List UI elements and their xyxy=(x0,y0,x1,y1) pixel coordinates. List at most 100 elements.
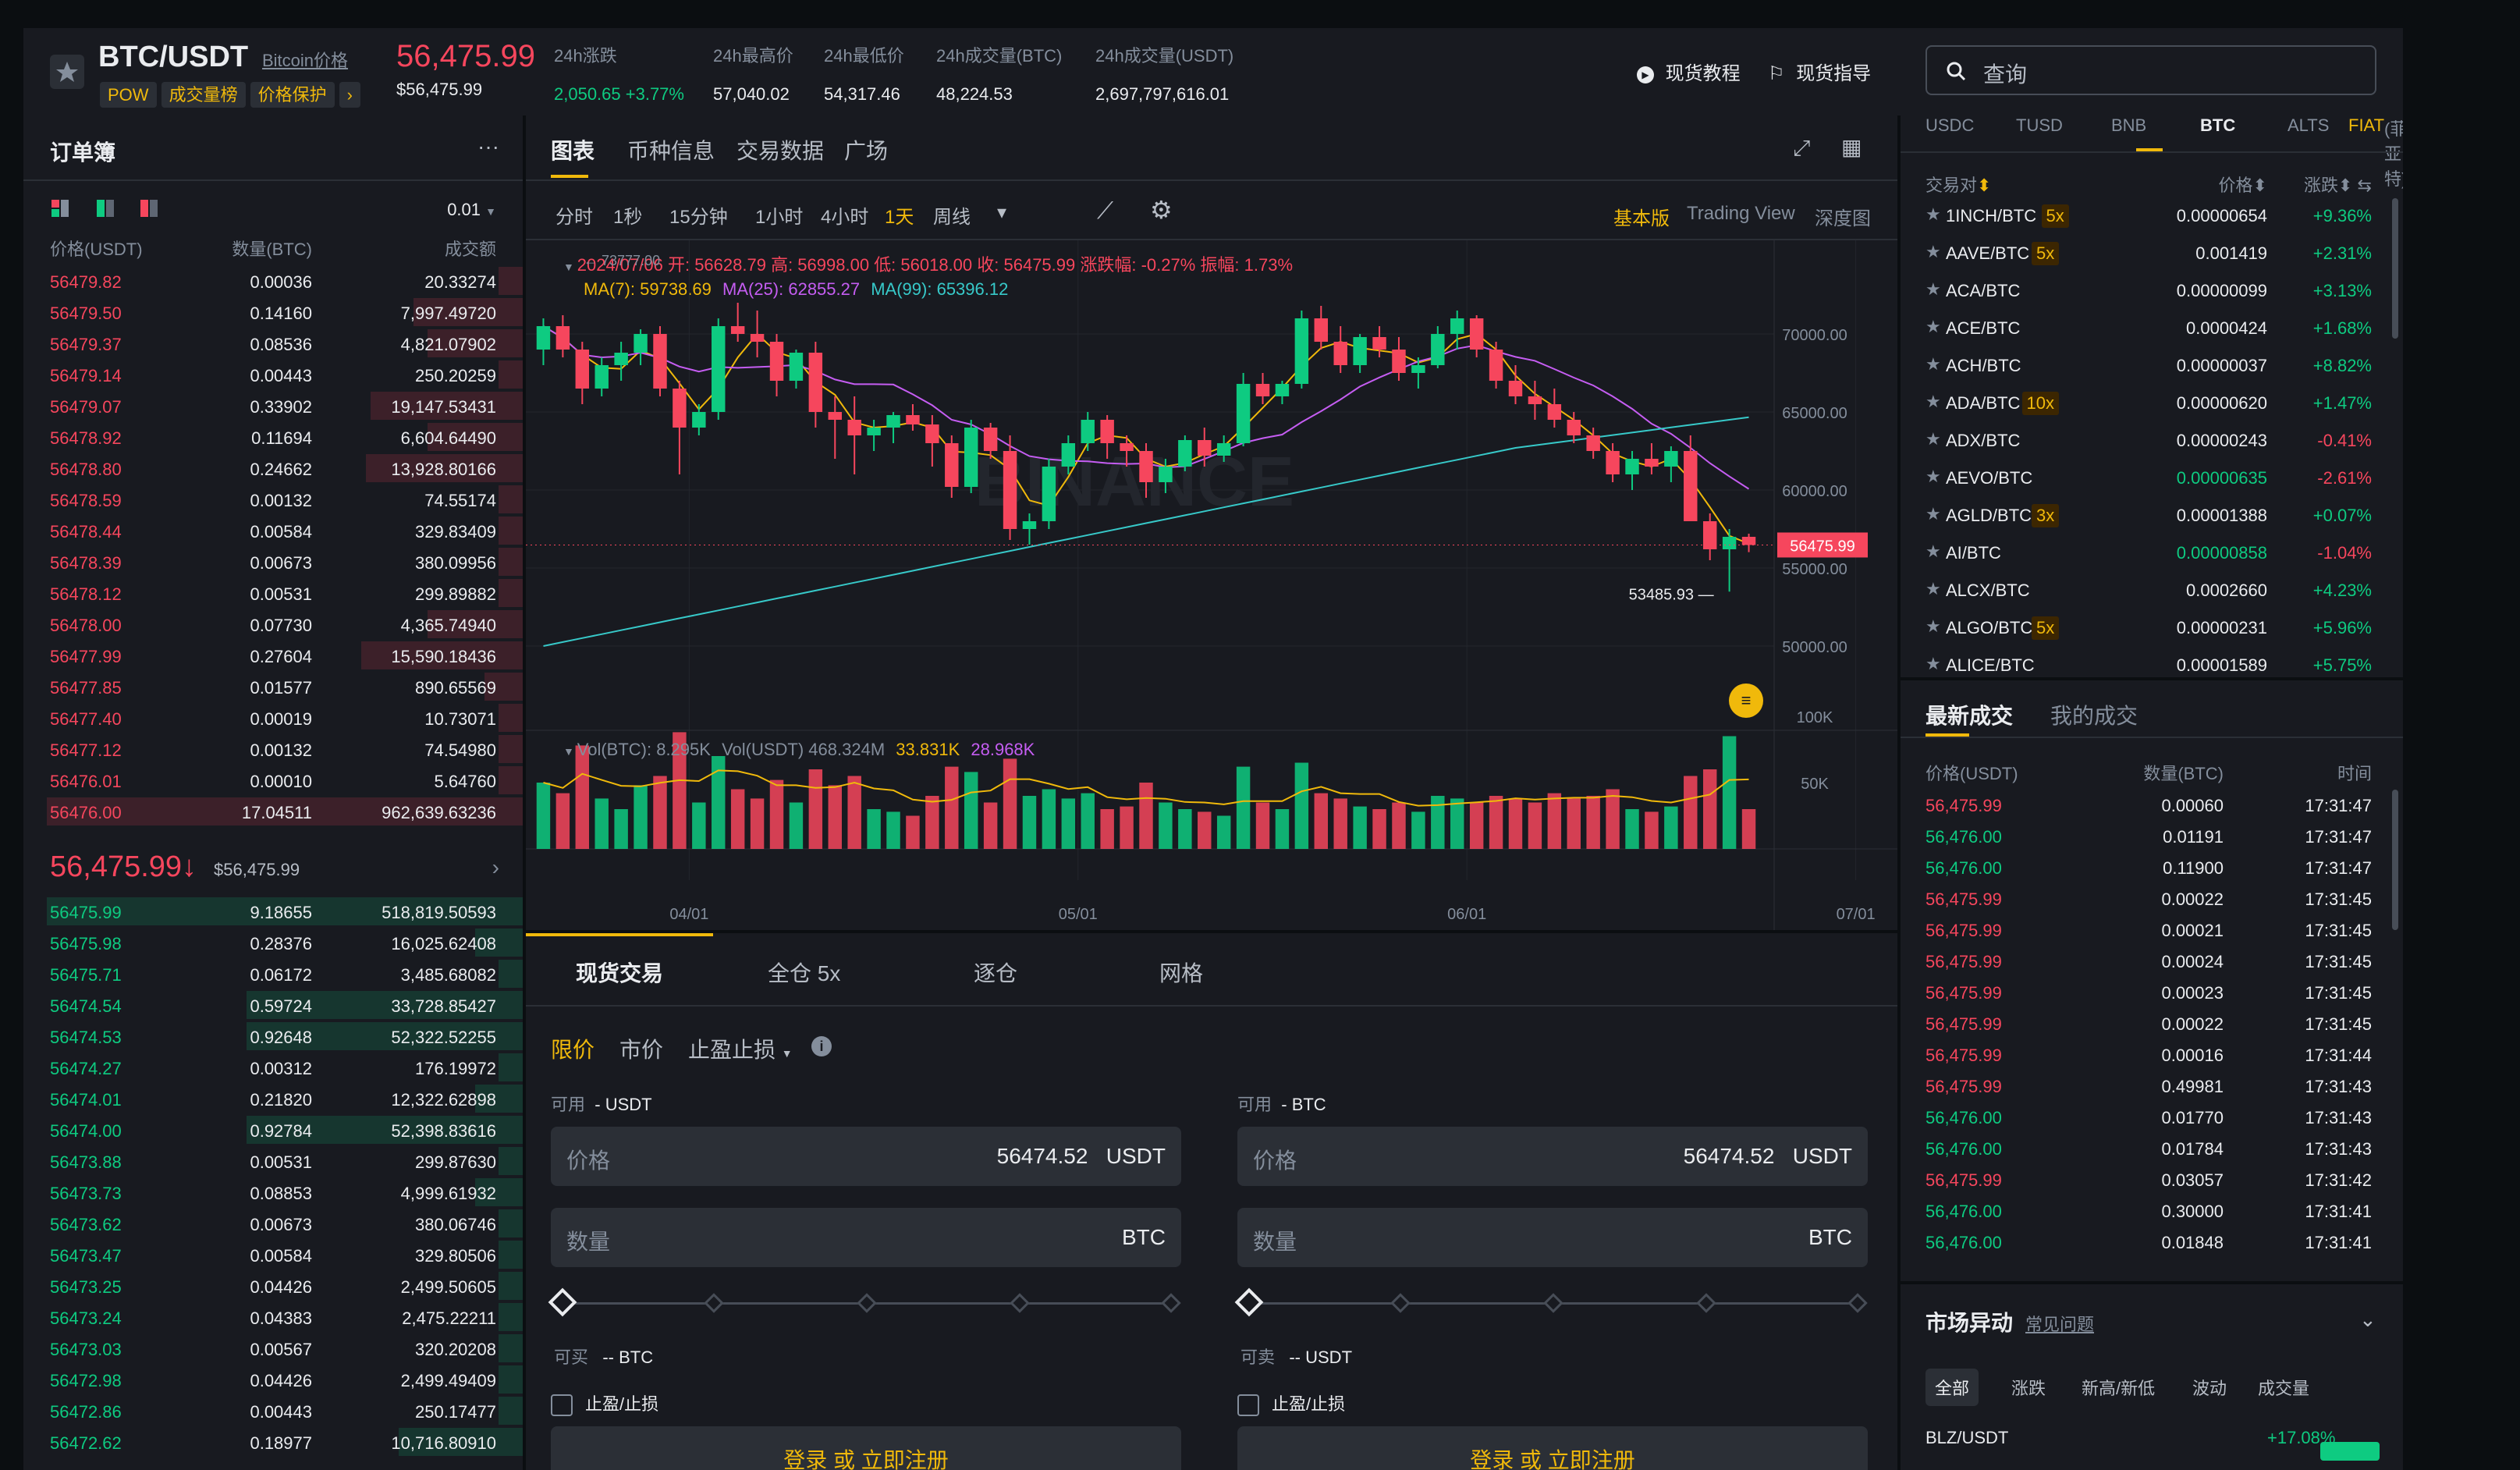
interval-2[interactable]: 15分钟 xyxy=(669,201,728,229)
view-basic[interactable]: 基本版 xyxy=(1613,203,1670,230)
candlestick-chart[interactable]: 70000.00 65000.00 60000.00 55000.00 50000.00… xyxy=(526,240,1897,930)
order-type-stop[interactable]: 止盈止损 ▼ xyxy=(688,1033,793,1064)
chart-news-icon[interactable]: ≡ xyxy=(1729,684,1763,718)
ask-row[interactable]: 56478.80 0.24662 13,928.80166 xyxy=(23,453,523,484)
view-toggle-bids-icon[interactable] xyxy=(97,200,114,217)
bid-row[interactable]: 56473.73 0.08853 4,999.61932 xyxy=(23,1177,523,1208)
ask-row[interactable]: 56478.39 0.00673 380.09956 xyxy=(23,546,523,577)
chart-tab-3[interactable]: 广场 xyxy=(844,134,888,165)
market-tab-3[interactable]: BTC xyxy=(2200,115,2235,136)
trade-tab-3[interactable]: 网格 xyxy=(1159,957,1203,988)
market-tab-1[interactable]: TUSD xyxy=(2016,115,2063,136)
favorite-button[interactable] xyxy=(50,55,84,89)
bid-row[interactable]: 56475.98 0.28376 16,025.62408 xyxy=(23,927,523,958)
interval-3[interactable]: 1小时 xyxy=(755,201,803,229)
bid-row[interactable]: 56475.71 0.06172 3,485.68082 xyxy=(23,958,523,989)
market-row[interactable]: ★ 1INCH/BTC 5x 0.00000654 +9.36% xyxy=(1901,198,2403,236)
market-row[interactable]: ★ ACE/BTC 0.0000424 +1.68% xyxy=(1901,311,2403,348)
ask-row[interactable]: 56478.44 0.00584 329.83409 xyxy=(23,515,523,546)
trade-tab-1[interactable]: 全仓 5x xyxy=(768,957,840,988)
bid-row[interactable]: 56472.62 0.18977 10,716.80910 xyxy=(23,1426,523,1458)
market-row[interactable]: ★ ADA/BTC 10x 0.00000620 +1.47% xyxy=(1901,385,2403,423)
interval-7[interactable]: ▾ xyxy=(997,201,1006,224)
market-tab-2[interactable]: BNB xyxy=(2111,115,2146,136)
bid-row[interactable]: 56473.62 0.00673 380.06746 xyxy=(23,1208,523,1239)
bid-row[interactable]: 56475.99 9.18655 518,819.50593 xyxy=(23,896,523,927)
ask-row[interactable]: 56478.12 0.00531 299.89882 xyxy=(23,577,523,609)
bid-row[interactable]: 56472.86 0.00443 250.17477 xyxy=(23,1395,523,1426)
star-icon[interactable]: ★ xyxy=(1925,242,1941,262)
search-input[interactable]: 查询 xyxy=(1925,45,2376,95)
bid-row[interactable]: 56474.53 0.92648 52,322.52255 xyxy=(23,1021,523,1052)
orderbook-more-button[interactable]: ··· xyxy=(477,134,499,159)
layout-icon[interactable]: ▦ xyxy=(1841,134,1862,160)
star-icon[interactable]: ★ xyxy=(1925,616,1941,637)
market-row[interactable]: ★ ALICE/BTC 0.00001589 +5.75% xyxy=(1901,648,2403,677)
mover-row[interactable]: BLZ/USDT +17.08% xyxy=(1901,1422,2403,1461)
col-change[interactable]: 涨跌⬍ ⇆ xyxy=(2291,172,2372,197)
bid-row[interactable]: 56473.24 0.04383 2,475.22211 xyxy=(23,1301,523,1333)
market-row[interactable]: ★ ACA/BTC 0.00000099 +3.13% xyxy=(1901,273,2403,311)
trade-tab-0[interactable]: 现货交易 xyxy=(576,957,663,988)
star-icon[interactable]: ★ xyxy=(1925,204,1941,225)
scrollbar[interactable] xyxy=(2392,790,2398,930)
bid-row[interactable]: 56473.88 0.00531 299.87630 xyxy=(23,1145,523,1177)
bid-row[interactable]: 56473.47 0.00584 329.80506 xyxy=(23,1239,523,1270)
coin-price-link[interactable]: Bitcoin价格 xyxy=(262,47,348,72)
info-icon[interactable]: i xyxy=(811,1036,832,1056)
tab-mine[interactable]: 我的成交 xyxy=(2050,699,2138,730)
market-tab-4[interactable]: ALTS xyxy=(2288,115,2329,136)
buy-price-input[interactable]: 价格 56474.52 USDT xyxy=(551,1127,1181,1186)
star-icon[interactable]: ★ xyxy=(1925,354,1941,375)
market-row[interactable]: ★ ADX/BTC 0.00000243 -0.41% xyxy=(1901,423,2403,460)
ask-row[interactable]: 56479.50 0.14160 7,997.49720 xyxy=(23,296,523,328)
bid-row[interactable]: 56474.54 0.59724 33,728.85427 xyxy=(23,989,523,1021)
sell-qty-input[interactable]: 数量 BTC xyxy=(1237,1208,1868,1267)
star-icon[interactable]: ★ xyxy=(1925,579,1941,599)
market-row[interactable]: ★ ACH/BTC 0.00000037 +8.82% xyxy=(1901,348,2403,385)
col-pair[interactable]: 交易对⬍ xyxy=(1925,172,1991,197)
buy-tpsl-checkbox[interactable]: 止盈/止损 xyxy=(551,1390,658,1417)
market-tab-5[interactable]: FIAT xyxy=(2348,115,2384,136)
indicator-icon[interactable]: ⟋ xyxy=(1097,198,1113,225)
tag-pow[interactable]: POW xyxy=(100,82,157,108)
faq-link[interactable]: 常见问题 xyxy=(2025,1311,2094,1336)
fullscreen-icon[interactable]: ⤢ xyxy=(1793,136,1810,162)
market-row[interactable]: ★ ALGO/BTC 5x 0.00000231 +5.96% xyxy=(1901,610,2403,648)
star-icon[interactable]: ★ xyxy=(1925,429,1941,449)
buy-qty-input[interactable]: 数量 BTC xyxy=(551,1208,1181,1267)
star-icon[interactable]: ★ xyxy=(1925,654,1941,674)
star-icon[interactable]: ★ xyxy=(1925,279,1941,300)
sell-price-input[interactable]: 价格 56474.52 USDT xyxy=(1237,1127,1868,1186)
order-type-market[interactable]: 市价 xyxy=(619,1033,663,1064)
mover-tab-0[interactable]: 全部 xyxy=(1925,1369,1979,1406)
bid-row[interactable]: 56474.27 0.00312 176.19972 xyxy=(23,1052,523,1083)
tag-more[interactable]: › xyxy=(339,82,360,108)
mover-tab-3[interactable]: 波动 xyxy=(2183,1369,2236,1406)
market-row[interactable]: ★ AEVO/BTC 0.00000635 -2.61% xyxy=(1901,460,2403,498)
ask-row[interactable]: 56478.00 0.07730 4,365.74940 xyxy=(23,609,523,640)
chart-tab-2[interactable]: 交易数据 xyxy=(736,134,824,165)
interval-1[interactable]: 1秒 xyxy=(613,201,642,229)
ask-row[interactable]: 56477.12 0.00132 74.54980 xyxy=(23,733,523,765)
star-icon[interactable]: ★ xyxy=(1925,467,1941,487)
market-row[interactable]: ★ AGLD/BTC 3x 0.00001388 +0.07% xyxy=(1901,498,2403,535)
ask-row[interactable]: 56479.07 0.33902 19,147.53431 xyxy=(23,390,523,421)
star-icon[interactable]: ★ xyxy=(1925,317,1941,337)
trade-tab-2[interactable]: 逐仓 xyxy=(974,957,1017,988)
market-row[interactable]: ★ ALCX/BTC 0.0002660 +4.23% xyxy=(1901,573,2403,610)
ask-row[interactable]: 56477.85 0.01577 890.65569 xyxy=(23,671,523,702)
market-tab-0[interactable]: USDC xyxy=(1925,115,1974,136)
star-icon[interactable]: ★ xyxy=(1925,504,1941,524)
collapse-icon[interactable]: ⌄ xyxy=(2359,1308,2376,1332)
scrollbar[interactable] xyxy=(2392,198,2398,339)
order-type-limit[interactable]: 限价 xyxy=(551,1033,595,1064)
ask-row[interactable]: 56476.00 17.04511 962,639.63236 xyxy=(23,796,523,827)
chart-tab-0[interactable]: 图表 xyxy=(551,134,595,165)
tag-price-protect[interactable]: 价格保护 xyxy=(250,82,335,108)
sell-tpsl-checkbox[interactable]: 止盈/止损 xyxy=(1237,1390,1345,1417)
view-toggle-asks-icon[interactable] xyxy=(140,200,158,217)
bid-row[interactable]: 56474.00 0.92784 52,398.83616 xyxy=(23,1114,523,1145)
guide-button[interactable]: ⚐ 现货指导 xyxy=(1768,58,1871,85)
interval-4[interactable]: 4小时 xyxy=(821,201,868,229)
